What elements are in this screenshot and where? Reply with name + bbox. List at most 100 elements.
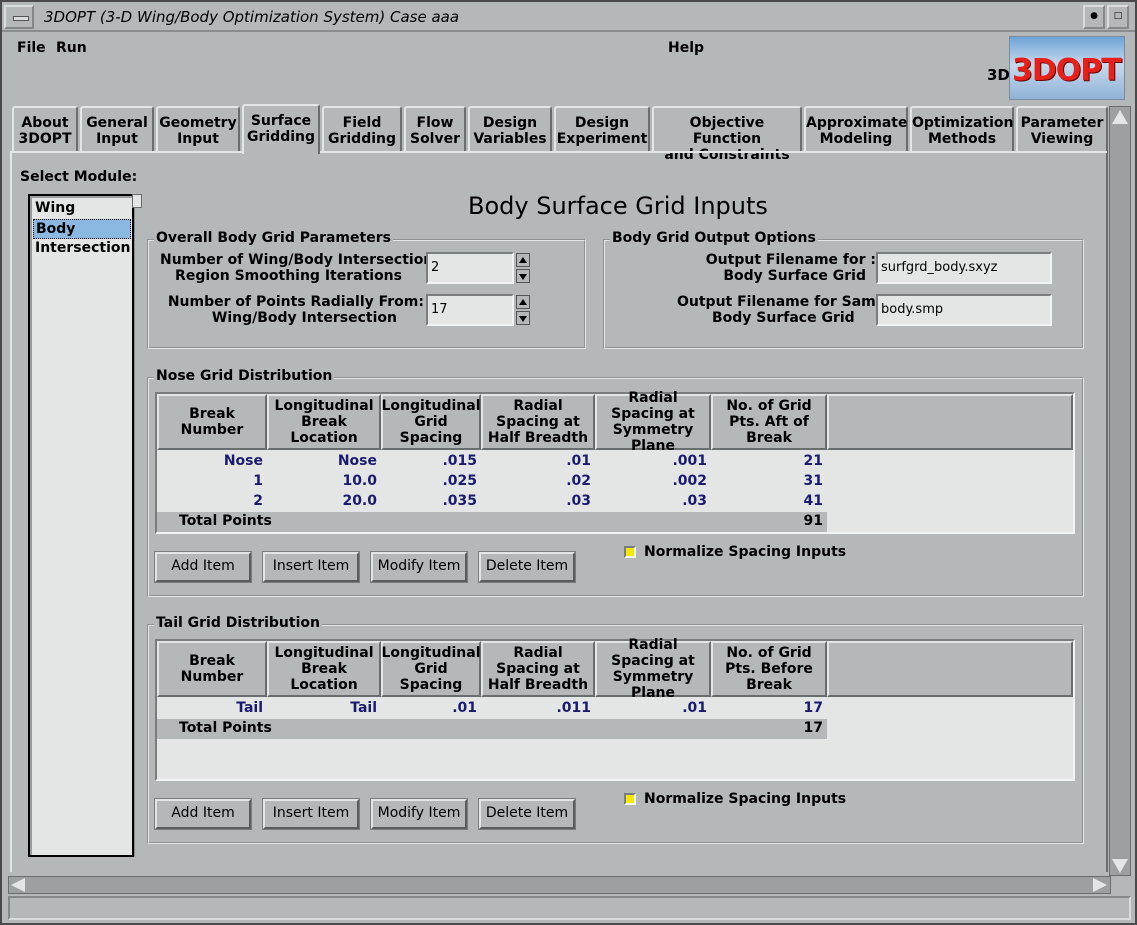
table-cell[interactable]: .001 <box>595 453 707 469</box>
nose-modify-item-button[interactable]: Modify Item <box>371 552 467 582</box>
tab-about[interactable]: About 3DOPT <box>12 106 78 152</box>
table-cell[interactable]: .011 <box>481 700 591 716</box>
scroll-left-icon[interactable] <box>11 878 25 892</box>
tab-label-line1: Approximate <box>806 115 908 131</box>
radial-points-input[interactable]: 17 <box>426 294 514 326</box>
nose-delete-item-button[interactable]: Delete Item <box>479 552 575 582</box>
table-cell[interactable]: 17 <box>711 700 823 716</box>
table-cell[interactable]: Tail <box>267 700 377 716</box>
table-cell[interactable]: .025 <box>381 473 477 489</box>
tab-label-line1: Surface <box>250 113 312 129</box>
pane-divider-handle[interactable] <box>132 194 142 208</box>
sample-filename-input[interactable]: body.smp <box>876 294 1052 326</box>
scroll-up-icon[interactable] <box>1112 110 1128 124</box>
page-title: Body Surface Grid Inputs <box>468 192 768 220</box>
tail-grid-table[interactable]: Break Number Longitudinal Break Location L… <box>155 637 1075 781</box>
tab-surface-gridding[interactable]: Surface Gridding <box>242 104 320 154</box>
column-header[interactable]: Radial Spacing at Half Breadth <box>481 641 595 697</box>
table-cell[interactable]: .01 <box>381 700 477 716</box>
tab-label-line1: General <box>86 115 148 131</box>
smoothing-decrement-icon[interactable] <box>516 269 530 283</box>
table-cell[interactable]: .03 <box>481 493 591 509</box>
radial-increment-icon[interactable] <box>516 295 530 309</box>
tail-normalize-checkbox[interactable] <box>624 793 636 805</box>
smoothing-iterations-input[interactable]: 2 <box>426 252 514 284</box>
tab-parameter-viewing[interactable]: Parameter Viewing <box>1016 106 1108 152</box>
vertical-scrollbar[interactable] <box>1109 106 1131 876</box>
pane-divider[interactable] <box>134 194 144 857</box>
radial-label-line1: Number of Points Radially From: <box>167 294 424 310</box>
nose-normalize-checkbox[interactable] <box>624 546 636 558</box>
radial-decrement-icon[interactable] <box>516 311 530 325</box>
menu-help[interactable]: Help <box>668 40 704 56</box>
table-cell[interactable]: .03 <box>595 493 707 509</box>
column-header[interactable]: Radial Spacing at Half Breadth <box>481 394 595 450</box>
tab-objective-function[interactable]: Objective Function and Constraints <box>652 106 802 163</box>
minimize-button[interactable]: ● <box>1083 5 1105 29</box>
tab-approximate-modeling[interactable]: Approximate Modeling <box>804 106 908 152</box>
tab-field-gridding[interactable]: Field Gridding <box>322 106 402 152</box>
tab-design-variables[interactable]: Design Variables <box>468 106 552 152</box>
column-header[interactable]: Longitudinal Grid Spacing <box>381 641 481 697</box>
table-cell[interactable]: 1 <box>157 473 263 489</box>
column-header[interactable]: No. of Grid Pts. Aft of Break <box>711 394 827 450</box>
tail-delete-item-button[interactable]: Delete Item <box>479 799 575 829</box>
menu-run[interactable]: Run <box>56 40 87 56</box>
nose-add-item-button[interactable]: Add Item <box>155 552 251 582</box>
horizontal-scrollbar[interactable] <box>8 876 1111 894</box>
module-item-wing[interactable]: Wing <box>33 199 131 219</box>
smoothing-label-line2: Region Smoothing Iterations <box>175 268 402 284</box>
table-cell[interactable]: Tail <box>157 700 263 716</box>
column-header[interactable]: Radial Spacing at Symmetry Plane <box>595 637 711 701</box>
window-menu-button[interactable] <box>4 5 34 29</box>
table-cell[interactable]: .02 <box>481 473 591 489</box>
column-header-filler[interactable] <box>827 394 1073 450</box>
total-value: 17 <box>803 720 823 736</box>
module-item-body[interactable]: Body <box>33 219 131 239</box>
table-cell[interactable]: .01 <box>595 700 707 716</box>
tab-label-line1: Objective Function <box>689 115 765 147</box>
table-cell[interactable]: .01 <box>481 453 591 469</box>
table-cell[interactable]: Nose <box>267 453 377 469</box>
nose-grid-table[interactable]: Break Number Longitudinal Break Location L… <box>155 390 1075 534</box>
total-label: Total Points <box>179 720 272 736</box>
column-header[interactable]: Radial Spacing at Symmetry Plane <box>595 390 711 454</box>
column-header[interactable]: Break Number <box>157 641 267 697</box>
tab-flow-solver[interactable]: Flow Solver <box>404 106 466 152</box>
column-header-filler[interactable] <box>827 641 1073 697</box>
maximize-button[interactable]: □ <box>1107 5 1129 29</box>
output-filename-input[interactable]: surfgrd_body.sxyz <box>876 252 1052 284</box>
tab-optimization-methods[interactable]: Optimization Methods <box>910 106 1014 152</box>
table-cell[interactable]: .002 <box>595 473 707 489</box>
nose-insert-item-button[interactable]: Insert Item <box>263 552 359 582</box>
menu-file[interactable]: File <box>17 40 46 56</box>
table-cell[interactable]: .015 <box>381 453 477 469</box>
table-cell[interactable]: 41 <box>711 493 823 509</box>
tab-geometry-input[interactable]: Geometry Input <box>156 106 240 152</box>
table-cell[interactable]: 10.0 <box>267 473 377 489</box>
table-cell[interactable]: .035 <box>381 493 477 509</box>
tail-modify-item-button[interactable]: Modify Item <box>371 799 467 829</box>
table-cell[interactable]: 21 <box>711 453 823 469</box>
tab-label-line1: Field <box>342 115 382 131</box>
smoothing-increment-icon[interactable] <box>516 253 530 267</box>
module-item-intersection[interactable]: Intersection <box>33 239 131 259</box>
tail-insert-item-button[interactable]: Insert Item <box>263 799 359 829</box>
column-header[interactable]: Break Number <box>157 394 267 450</box>
module-list[interactable]: Wing Body Intersection <box>28 194 134 857</box>
logo-text: 3DOPT <box>1012 53 1122 88</box>
tab-general-input[interactable]: General Input <box>80 106 154 152</box>
table-cell[interactable]: Nose <box>157 453 263 469</box>
column-header[interactable]: Longitudinal Grid Spacing <box>381 394 481 450</box>
table-cell[interactable]: 31 <box>711 473 823 489</box>
table-cell[interactable]: 20.0 <box>267 493 377 509</box>
tail-add-item-button[interactable]: Add Item <box>155 799 251 829</box>
scroll-down-icon[interactable] <box>1112 859 1128 873</box>
tab-design-experiment[interactable]: Design Experiment <box>554 106 650 152</box>
radial-label: Number of Points Radially From: Wing/Bod… <box>160 294 424 326</box>
column-header[interactable]: Longitudinal Break Location <box>267 641 381 697</box>
column-header[interactable]: No. of Grid Pts. Before Break <box>711 641 827 697</box>
scroll-right-icon[interactable] <box>1093 878 1107 892</box>
table-cell[interactable]: 2 <box>157 493 263 509</box>
column-header[interactable]: Longitudinal Break Location <box>267 394 381 450</box>
